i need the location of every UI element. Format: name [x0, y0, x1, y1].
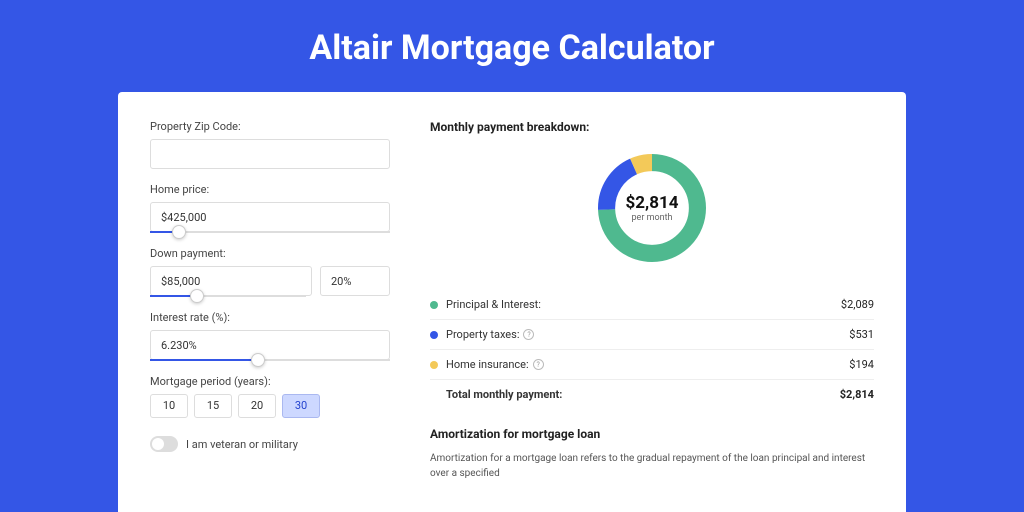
down-payment-slider-thumb[interactable]: [190, 289, 204, 303]
down-payment-pct-input[interactable]: [320, 266, 390, 296]
home-price-field-group: Home price:: [150, 183, 390, 233]
period-label: Mortgage period (years):: [150, 375, 390, 388]
home-price-slider[interactable]: [150, 231, 390, 233]
legend-name: Property taxes:?: [446, 328, 849, 341]
legend-dot: [430, 331, 438, 339]
interest-slider[interactable]: [150, 359, 390, 361]
donut-sublabel: per month: [626, 213, 679, 223]
interest-label: Interest rate (%):: [150, 311, 390, 324]
period-option-10[interactable]: 10: [150, 394, 188, 418]
down-payment-field-group: Down payment:: [150, 247, 390, 297]
interest-field-group: Interest rate (%):: [150, 311, 390, 361]
donut-center: $2,814 per month: [626, 193, 679, 223]
legend-row: Home insurance:?$194: [430, 350, 874, 380]
period-option-30[interactable]: 30: [282, 394, 320, 418]
donut-amount: $2,814: [626, 193, 679, 213]
veteran-row: I am veteran or military: [150, 436, 390, 452]
info-icon[interactable]: ?: [533, 359, 544, 370]
period-field-group: Mortgage period (years): 10152030: [150, 375, 390, 418]
zip-label: Property Zip Code:: [150, 120, 390, 133]
home-price-slider-thumb[interactable]: [172, 225, 186, 239]
interest-slider-thumb[interactable]: [251, 353, 265, 367]
period-option-15[interactable]: 15: [194, 394, 232, 418]
breakdown-title: Monthly payment breakdown:: [430, 120, 874, 134]
veteran-toggle[interactable]: [150, 436, 178, 452]
donut-chart-wrap: $2,814 per month: [430, 148, 874, 268]
period-options: 10152030: [150, 394, 390, 418]
page-title: Altair Mortgage Calculator: [0, 0, 1024, 92]
amortization-title: Amortization for mortgage loan: [430, 427, 874, 441]
amortization-text: Amortization for a mortgage loan refers …: [430, 451, 874, 481]
down-payment-slider[interactable]: [150, 295, 306, 297]
donut-chart: $2,814 per month: [592, 148, 712, 268]
down-payment-input[interactable]: [150, 266, 312, 296]
legend-row: Principal & Interest:$2,089: [430, 290, 874, 320]
calculator-card: Property Zip Code: Home price: Down paym…: [118, 92, 906, 512]
legend-value: $2,089: [841, 298, 874, 311]
total-label: Total monthly payment:: [446, 388, 840, 401]
toggle-knob: [152, 438, 164, 450]
down-payment-label: Down payment:: [150, 247, 390, 260]
zip-input[interactable]: [150, 139, 390, 169]
input-panel: Property Zip Code: Home price: Down paym…: [150, 120, 390, 484]
amortization-section: Amortization for mortgage loan Amortizat…: [430, 427, 874, 481]
legend-row: Property taxes:?$531: [430, 320, 874, 350]
interest-input[interactable]: [150, 330, 390, 360]
period-option-20[interactable]: 20: [238, 394, 276, 418]
legend-value: $194: [849, 358, 874, 371]
legend: Principal & Interest:$2,089Property taxe…: [430, 290, 874, 380]
home-price-label: Home price:: [150, 183, 390, 196]
legend-value: $531: [849, 328, 874, 341]
legend-dot: [430, 301, 438, 309]
legend-name: Home insurance:?: [446, 358, 849, 371]
home-price-input[interactable]: [150, 202, 390, 232]
legend-total-row: Total monthly payment: $2,814: [430, 380, 874, 409]
veteran-label: I am veteran or military: [186, 438, 298, 451]
zip-field-group: Property Zip Code:: [150, 120, 390, 169]
breakdown-panel: Monthly payment breakdown: $2,814 per mo…: [430, 120, 874, 484]
legend-name: Principal & Interest:: [446, 298, 841, 311]
legend-dot: [430, 361, 438, 369]
info-icon[interactable]: ?: [523, 329, 534, 340]
total-value: $2,814: [840, 388, 874, 401]
